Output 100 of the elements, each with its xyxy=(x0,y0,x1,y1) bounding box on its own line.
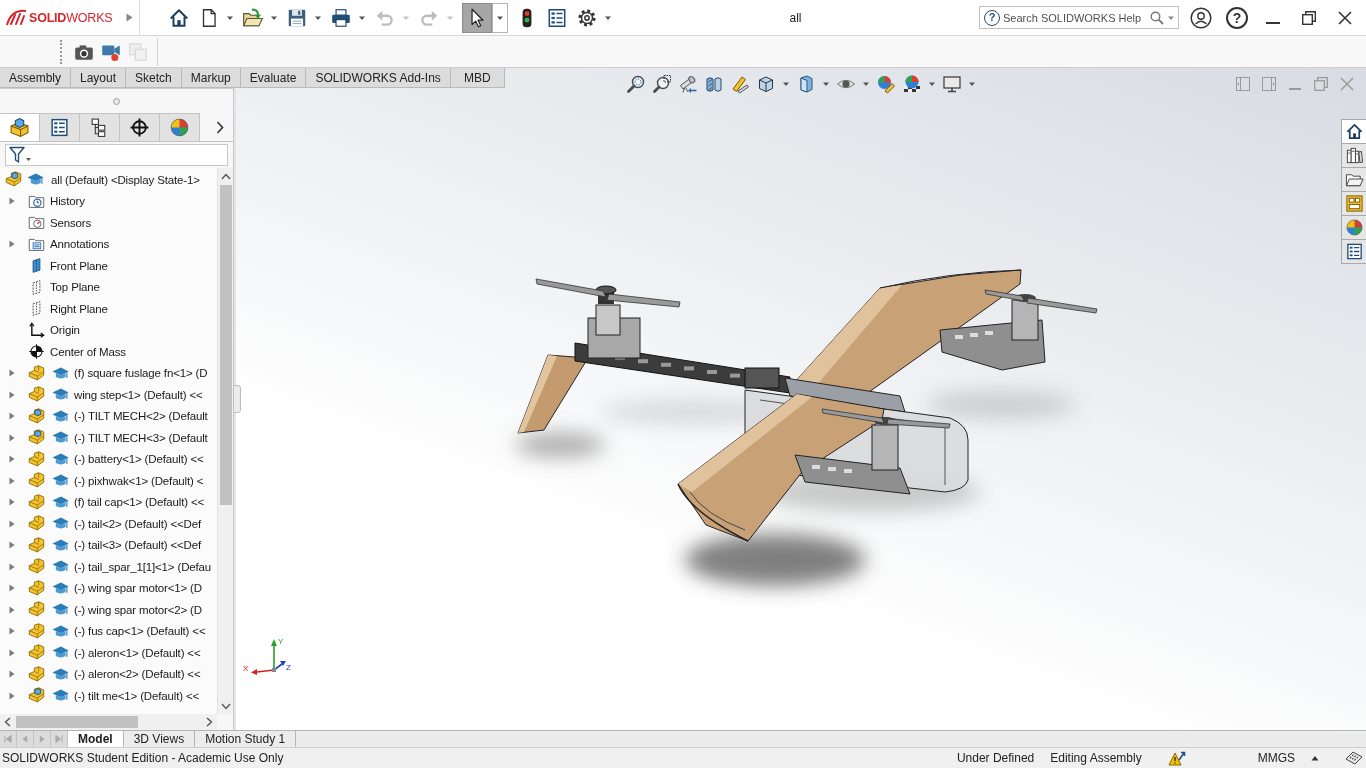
tree-item[interactable]: Right Plane xyxy=(50,302,108,315)
sphere-checker-icon[interactable] xyxy=(902,74,922,94)
telescope-arrow-icon[interactable] xyxy=(678,74,698,94)
expand-arrow-icon[interactable] xyxy=(9,433,15,442)
expand-arrow-icon[interactable] xyxy=(9,562,15,571)
expand-arrow-icon[interactable] xyxy=(9,390,15,399)
sphere-pencil-icon[interactable] xyxy=(876,74,896,94)
expand-arrow-icon[interactable] xyxy=(9,605,15,614)
panel-tab[interactable] xyxy=(80,113,120,141)
zoom-icon[interactable] xyxy=(626,74,646,94)
tree-item[interactable]: (-) wing spar motor<2> (D xyxy=(74,603,202,616)
expand-arrow-icon[interactable] xyxy=(9,476,15,485)
help-button[interactable]: ? xyxy=(1226,6,1248,29)
bottom-tab[interactable]: Model xyxy=(68,731,124,747)
tree-item[interactable]: (-) tail<3> (Default) <<Def xyxy=(74,539,201,552)
tree-item[interactable]: Center of Mass xyxy=(50,345,126,358)
list-icon[interactable] xyxy=(546,6,568,29)
zoom-area-icon[interactable] xyxy=(652,74,672,94)
cube-icon[interactable] xyxy=(756,74,776,94)
tree-item[interactable]: (-) tail<2> (Default) <<Def xyxy=(74,517,201,530)
monitor-icon[interactable] xyxy=(942,74,962,94)
task-pane-tab[interactable] xyxy=(1341,239,1366,264)
splitter-handle[interactable] xyxy=(233,385,241,413)
expand-arrow-icon[interactable] xyxy=(9,412,15,421)
task-pane-tab[interactable] xyxy=(1341,143,1366,168)
expand-arrow-icon[interactable] xyxy=(9,197,15,206)
tree-item[interactable]: Sensors xyxy=(50,216,92,229)
caret-up-icon[interactable] xyxy=(1311,755,1319,761)
search-box[interactable]: ? Search SOLIDWORKS Help xyxy=(979,6,1179,29)
tree-item[interactable]: (-) fus cap<1> (Default) << xyxy=(74,625,206,638)
tree-item[interactable]: (-) aleron<2> (Default) << xyxy=(74,668,201,681)
tree-item[interactable]: (-) TILT MECH<2> (Default xyxy=(74,410,208,423)
command-tab[interactable]: Markup xyxy=(181,68,241,88)
tree-item[interactable]: (-) TILT MECH<3> (Default xyxy=(74,431,208,444)
menu-arrow-icon[interactable] xyxy=(126,13,133,22)
tree-item[interactable]: all (Default) <Display State-1> xyxy=(51,173,200,186)
section-view-icon[interactable] xyxy=(704,74,724,94)
restore-icon[interactable] xyxy=(1302,10,1316,25)
caret-icon[interactable] xyxy=(822,80,830,88)
grip-handle-icon[interactable] xyxy=(113,97,120,105)
command-tab[interactable]: MBD xyxy=(450,68,505,88)
expand-arrow-icon[interactable] xyxy=(9,369,15,378)
chevron-left-icon[interactable] xyxy=(4,717,11,727)
expand-arrow-icon[interactable] xyxy=(9,691,15,700)
pointer-icon[interactable] xyxy=(462,2,492,33)
tree-item[interactable]: (f) square fuslage fn<1> (D xyxy=(74,367,208,380)
horizontal-scrollbar[interactable] xyxy=(0,714,217,730)
expand-arrow-icon[interactable] xyxy=(9,648,15,657)
tree-item[interactable]: (-) tail_spar_1[1]<1> (Defau xyxy=(74,560,212,573)
caret-icon[interactable] xyxy=(782,80,790,88)
search-field[interactable]: Search SOLIDWORKS Help xyxy=(1003,11,1147,24)
panel-tab[interactable] xyxy=(0,113,40,141)
filter-icon[interactable] xyxy=(9,146,33,164)
folder-arrow-icon[interactable] xyxy=(242,6,264,29)
tree-item[interactable]: (f) tail cap<1> (Default) << xyxy=(74,496,205,509)
tree-item[interactable]: Annotations xyxy=(50,238,110,251)
keyboard-icon[interactable] xyxy=(1345,750,1363,766)
tree-item[interactable]: (-) battery<1> (Default) << xyxy=(74,453,204,466)
vertical-scrollbar[interactable] xyxy=(217,168,233,714)
minimize-icon[interactable] xyxy=(1266,21,1280,24)
tree-item[interactable]: (-) aleron<1> (Default) << xyxy=(74,646,201,659)
chevron-down-icon[interactable] xyxy=(220,703,231,710)
tree-item[interactable]: Top Plane xyxy=(50,281,100,294)
panel-tab[interactable] xyxy=(120,113,160,141)
search-icon[interactable] xyxy=(1150,10,1164,25)
task-pane-tab[interactable] xyxy=(1341,191,1366,216)
command-tab[interactable]: Layout xyxy=(71,68,127,88)
task-pane-tab[interactable] xyxy=(1341,167,1366,192)
tree-item[interactable]: (-) wing spar motor<1> (D xyxy=(74,582,202,595)
scrollbar-thumb[interactable] xyxy=(16,716,138,728)
caret-icon[interactable] xyxy=(862,80,870,88)
expand-arrow-icon[interactable] xyxy=(9,498,15,507)
expand-arrow-icon[interactable] xyxy=(9,519,15,528)
expand-arrow-icon[interactable] xyxy=(9,584,15,593)
command-tab[interactable]: Sketch xyxy=(126,68,182,88)
skip-start-icon[interactable] xyxy=(0,731,17,747)
panel-tab[interactable] xyxy=(40,113,80,141)
command-tab[interactable]: Assembly xyxy=(0,68,71,88)
expand-arrow-icon[interactable] xyxy=(9,455,15,464)
expand-arrow-icon[interactable] xyxy=(9,541,15,550)
close-icon[interactable] xyxy=(1338,10,1352,25)
pencil-icon[interactable] xyxy=(730,74,750,94)
expand-arrow-icon[interactable] xyxy=(9,670,15,679)
chevron-up-icon[interactable] xyxy=(220,173,231,180)
expand-arrow-icon[interactable] xyxy=(9,627,15,636)
expand-arrow-icon[interactable] xyxy=(9,240,15,249)
warning-icon[interactable] xyxy=(1167,749,1186,767)
command-tab[interactable]: Evaluate xyxy=(240,68,307,88)
caret-icon[interactable] xyxy=(928,80,936,88)
printer-icon[interactable] xyxy=(330,6,352,29)
caret-icon[interactable] xyxy=(968,80,976,88)
command-tab[interactable]: SOLIDWORKS Add-Ins xyxy=(306,68,451,88)
tree-item[interactable]: Origin xyxy=(50,324,80,337)
scrollbar-thumb[interactable] xyxy=(219,185,232,505)
tree-item[interactable]: wing step<1> (Default) << xyxy=(74,388,203,401)
tree-item[interactable]: (-) pixhwak<1> (Default) < xyxy=(74,474,204,487)
task-pane-tab[interactable] xyxy=(1341,119,1366,144)
chevron-right-icon[interactable] xyxy=(206,717,213,727)
tree-item[interactable]: Front Plane xyxy=(50,259,108,272)
chevron-right-icon[interactable] xyxy=(216,120,224,134)
